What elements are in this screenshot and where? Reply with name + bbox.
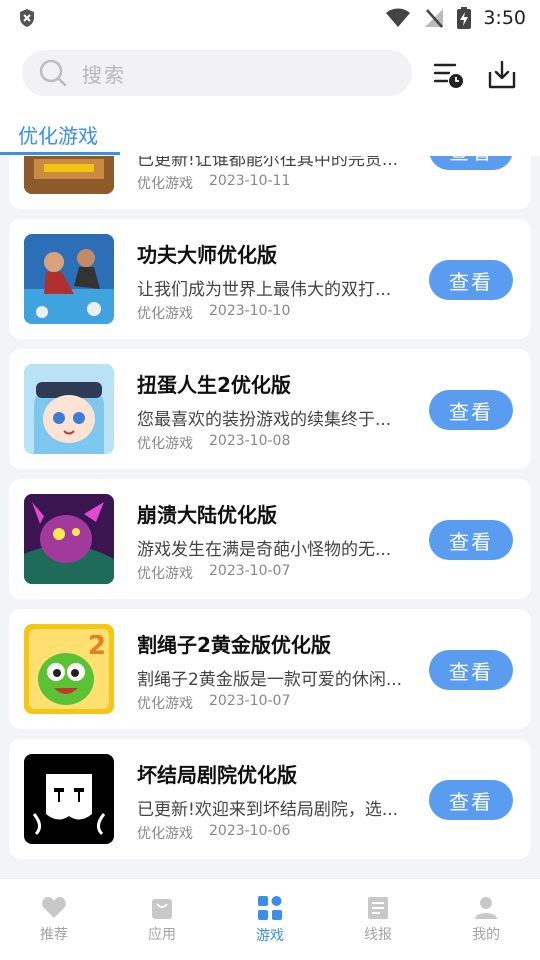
- game-list[interactable]: 已更新!让谁都能尔往其中的完贯... 优化游戏 2023-10-11 查看 功夫…: [0, 156, 540, 864]
- game-icon-image: [24, 754, 114, 844]
- game-description: 割绳子2黄金版是一款可爱的休闲...: [137, 670, 403, 690]
- nav-label: 游戏: [256, 927, 284, 944]
- heart-icon: [42, 896, 66, 918]
- game-title: 坏结局剧院优化版: [137, 763, 297, 787]
- bag-icon: [152, 898, 172, 919]
- list-item[interactable]: 已更新!让谁都能尔往其中的完贯... 优化游戏 2023-10-11 查看: [9, 156, 531, 209]
- game-description: 已更新!让谁都能尔往其中的完贯...: [137, 156, 399, 170]
- game-date: 2023-10-11: [209, 173, 291, 189]
- game-category: 优化游戏: [137, 436, 193, 452]
- nav-label: 应用: [148, 926, 176, 943]
- nav-label: 线报: [364, 926, 392, 943]
- nav-recommend[interactable]: 推荐: [0, 879, 108, 960]
- game-title: 功夫大师优化版: [137, 243, 277, 267]
- game-icon-image: [24, 364, 114, 454]
- history-list-icon[interactable]: [432, 58, 466, 92]
- nav-label: 我的: [472, 926, 500, 943]
- game-category: 优化游戏: [137, 566, 193, 582]
- game-description: 您最喜欢的装扮游戏的续集终于...: [137, 410, 392, 430]
- download-icon[interactable]: [485, 58, 519, 92]
- game-category: 优化游戏: [137, 696, 193, 712]
- game-category: 优化游戏: [137, 176, 193, 192]
- view-button[interactable]: 查看: [429, 520, 513, 560]
- header: 搜索 优化游戏: [0, 36, 540, 156]
- list-item[interactable]: 扭蛋人生2优化版 您最喜欢的装扮游戏的续集终于... 优化游戏 2023-10-…: [9, 349, 531, 469]
- game-icon-image: [24, 494, 114, 584]
- game-icon-image: 2: [24, 624, 114, 714]
- game-date: 2023-10-10: [209, 303, 291, 319]
- game-title: 扭蛋人生2优化版: [137, 373, 291, 397]
- view-button[interactable]: 查看: [429, 260, 513, 300]
- svg-text:2: 2: [88, 631, 106, 661]
- nav-apps[interactable]: 应用: [108, 879, 216, 960]
- battery-charging-icon: [457, 7, 472, 29]
- search-input[interactable]: 搜索: [22, 50, 412, 96]
- game-date: 2023-10-07: [209, 563, 291, 579]
- wifi-icon: [386, 8, 411, 27]
- view-button[interactable]: 查看: [429, 156, 513, 170]
- nav-games[interactable]: 游戏: [216, 879, 324, 960]
- list-item[interactable]: 坏结局剧院优化版 已更新!欢迎来到坏结局剧院，选... 优化游戏 2023-10…: [9, 739, 531, 859]
- tab-optimized-games[interactable]: 优化游戏: [18, 120, 98, 149]
- nav-news[interactable]: 线报: [324, 879, 432, 960]
- game-description: 游戏发生在满是奇葩小怪物的无...: [137, 540, 392, 560]
- clock-time: 3:50: [483, 7, 526, 29]
- bottom-nav: 推荐 应用 游戏 线报 我的: [0, 878, 540, 960]
- game-date: 2023-10-06: [209, 823, 291, 839]
- list-item[interactable]: 崩溃大陆优化版 游戏发生在满是奇葩小怪物的无... 优化游戏 2023-10-0…: [9, 479, 531, 599]
- view-button[interactable]: 查看: [429, 650, 513, 690]
- game-category: 优化游戏: [137, 306, 193, 322]
- game-date: 2023-10-08: [209, 433, 291, 449]
- list-item[interactable]: 2 割绳子2黄金版优化版 割绳子2黄金版是一款可爱的休闲... 优化游戏 202…: [9, 609, 531, 729]
- grid-icon: [258, 895, 282, 920]
- shield-icon: [20, 9, 34, 27]
- game-date: 2023-10-07: [209, 693, 291, 709]
- game-title: 崩溃大陆优化版: [137, 503, 277, 527]
- game-category: 优化游戏: [137, 826, 193, 842]
- game-icon-image: [24, 156, 114, 194]
- document-icon: [368, 896, 388, 919]
- search-placeholder: 搜索: [82, 62, 126, 87]
- view-button[interactable]: 查看: [429, 390, 513, 430]
- view-button[interactable]: 查看: [429, 780, 513, 820]
- user-icon: [475, 896, 497, 919]
- no-signal-icon: [425, 9, 444, 28]
- search-icon: [39, 59, 67, 87]
- game-description: 让我们成为世界上最伟大的双打...: [137, 280, 392, 300]
- status-bar: 3:50: [0, 0, 540, 36]
- game-description: 已更新!欢迎来到坏结局剧院，选...: [137, 800, 399, 820]
- tab-indicator: [0, 152, 120, 155]
- game-icon-image: [24, 234, 114, 324]
- game-title: 割绳子2黄金版优化版: [137, 633, 331, 657]
- nav-mine[interactable]: 我的: [432, 879, 540, 960]
- nav-label: 推荐: [40, 926, 68, 943]
- list-item[interactable]: 功夫大师优化版 让我们成为世界上最伟大的双打... 优化游戏 2023-10-1…: [9, 219, 531, 339]
